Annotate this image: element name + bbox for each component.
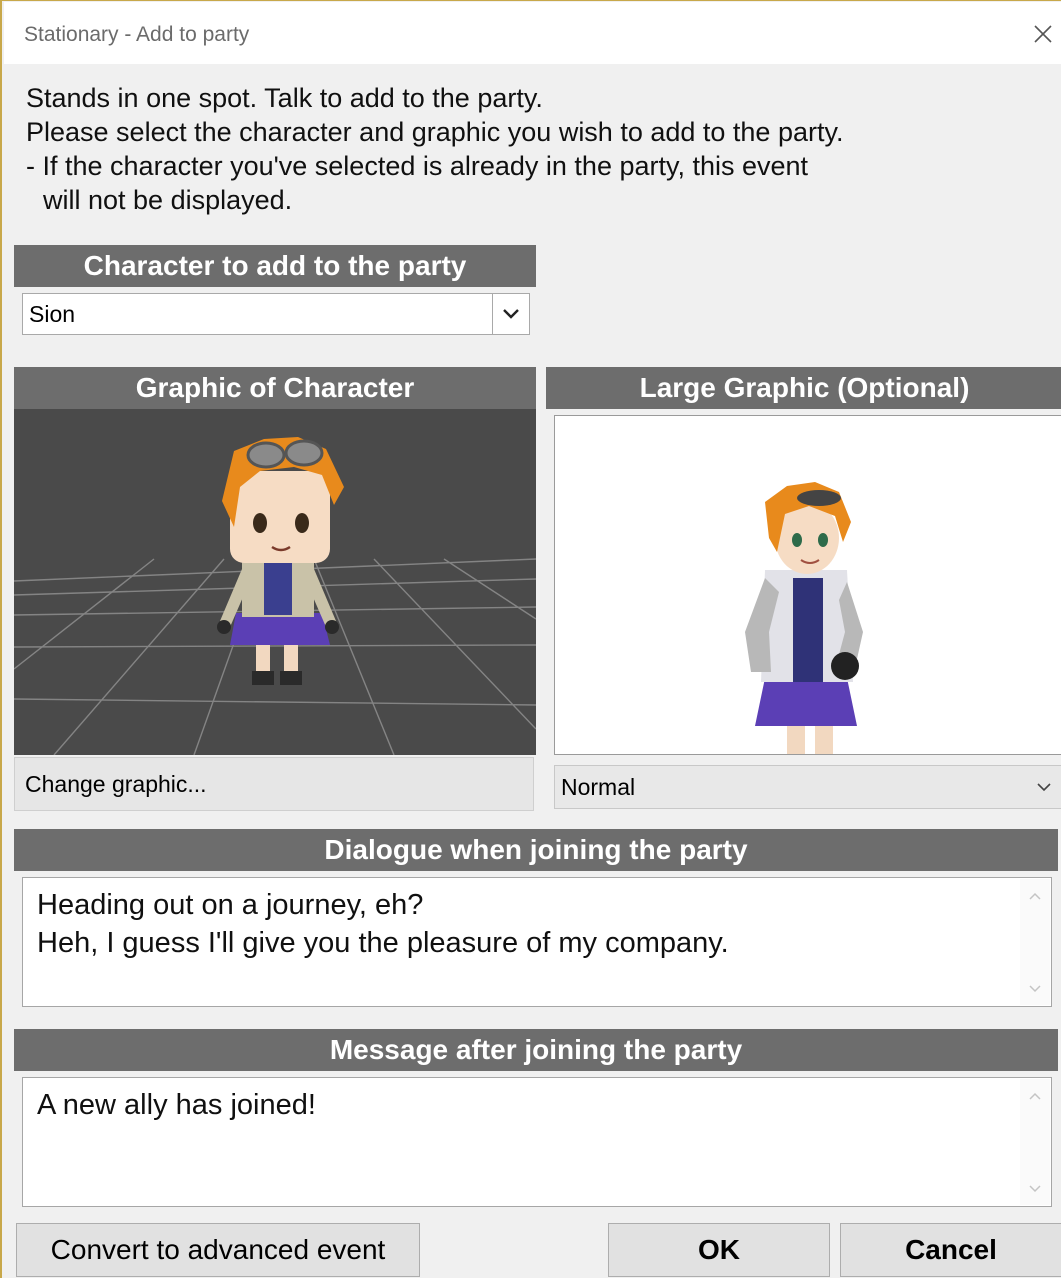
ok-button[interactable]: OK <box>608 1223 830 1277</box>
large-graphic-section-header: Large Graphic (Optional) <box>546 367 1061 409</box>
description-line: will not be displayed. <box>43 185 293 215</box>
character-select[interactable]: Sion <box>22 293 530 335</box>
dialogue-line: Heh, I guess I'll give you the pleasure … <box>37 927 729 959</box>
character-select-value: Sion <box>29 300 76 327</box>
large-graphic-preview[interactable] <box>554 415 1061 755</box>
scroll-up-icon[interactable] <box>1020 1083 1050 1109</box>
message-line: A new ally has joined! <box>37 1089 316 1121</box>
dialogue-section-header: Dialogue when joining the party <box>14 829 1058 871</box>
dialogue-scrollbar[interactable] <box>1020 879 1050 1005</box>
message-textarea[interactable]: A new ally has joined! <box>22 1077 1052 1207</box>
dialogue-line: Heading out on a journey, eh? <box>37 889 424 921</box>
scroll-down-icon[interactable] <box>1020 975 1050 1001</box>
large-character-portrait <box>745 482 863 754</box>
description-line: - If the character you've selected is al… <box>26 151 809 181</box>
convert-to-advanced-event-button[interactable]: Convert to advanced event <box>16 1223 420 1277</box>
description-line: Please select the character and graphic … <box>26 117 844 147</box>
close-icon[interactable] <box>1026 17 1060 51</box>
message-scrollbar[interactable] <box>1020 1079 1050 1205</box>
message-section-header: Message after joining the party <box>14 1029 1058 1071</box>
chevron-down-icon[interactable] <box>492 294 529 334</box>
expression-select-value: Normal <box>561 773 636 800</box>
expression-select[interactable]: Normal <box>554 765 1061 809</box>
character-3d-preview[interactable] <box>14 409 536 755</box>
dialogue-textarea[interactable]: Heading out on a journey, eh? Heh, I gue… <box>22 877 1052 1007</box>
cancel-button[interactable]: Cancel <box>840 1223 1061 1277</box>
character-section-header: Character to add to the party <box>14 245 536 287</box>
window-title: Stationary - Add to party <box>24 23 250 46</box>
scroll-up-icon[interactable] <box>1020 883 1050 909</box>
scroll-down-icon[interactable] <box>1020 1175 1050 1201</box>
change-graphic-button[interactable]: Change graphic... <box>14 757 534 811</box>
graphic-section-header: Graphic of Character <box>14 367 536 409</box>
event-description: Stands in one spot. Talk to add to the p… <box>26 81 1046 217</box>
chevron-down-icon[interactable] <box>1032 766 1056 808</box>
description-line: Stands in one spot. Talk to add to the p… <box>26 83 543 113</box>
dialog-window: Stationary - Add to party Stands in one … <box>0 0 1061 1278</box>
character-sprite <box>217 437 344 685</box>
